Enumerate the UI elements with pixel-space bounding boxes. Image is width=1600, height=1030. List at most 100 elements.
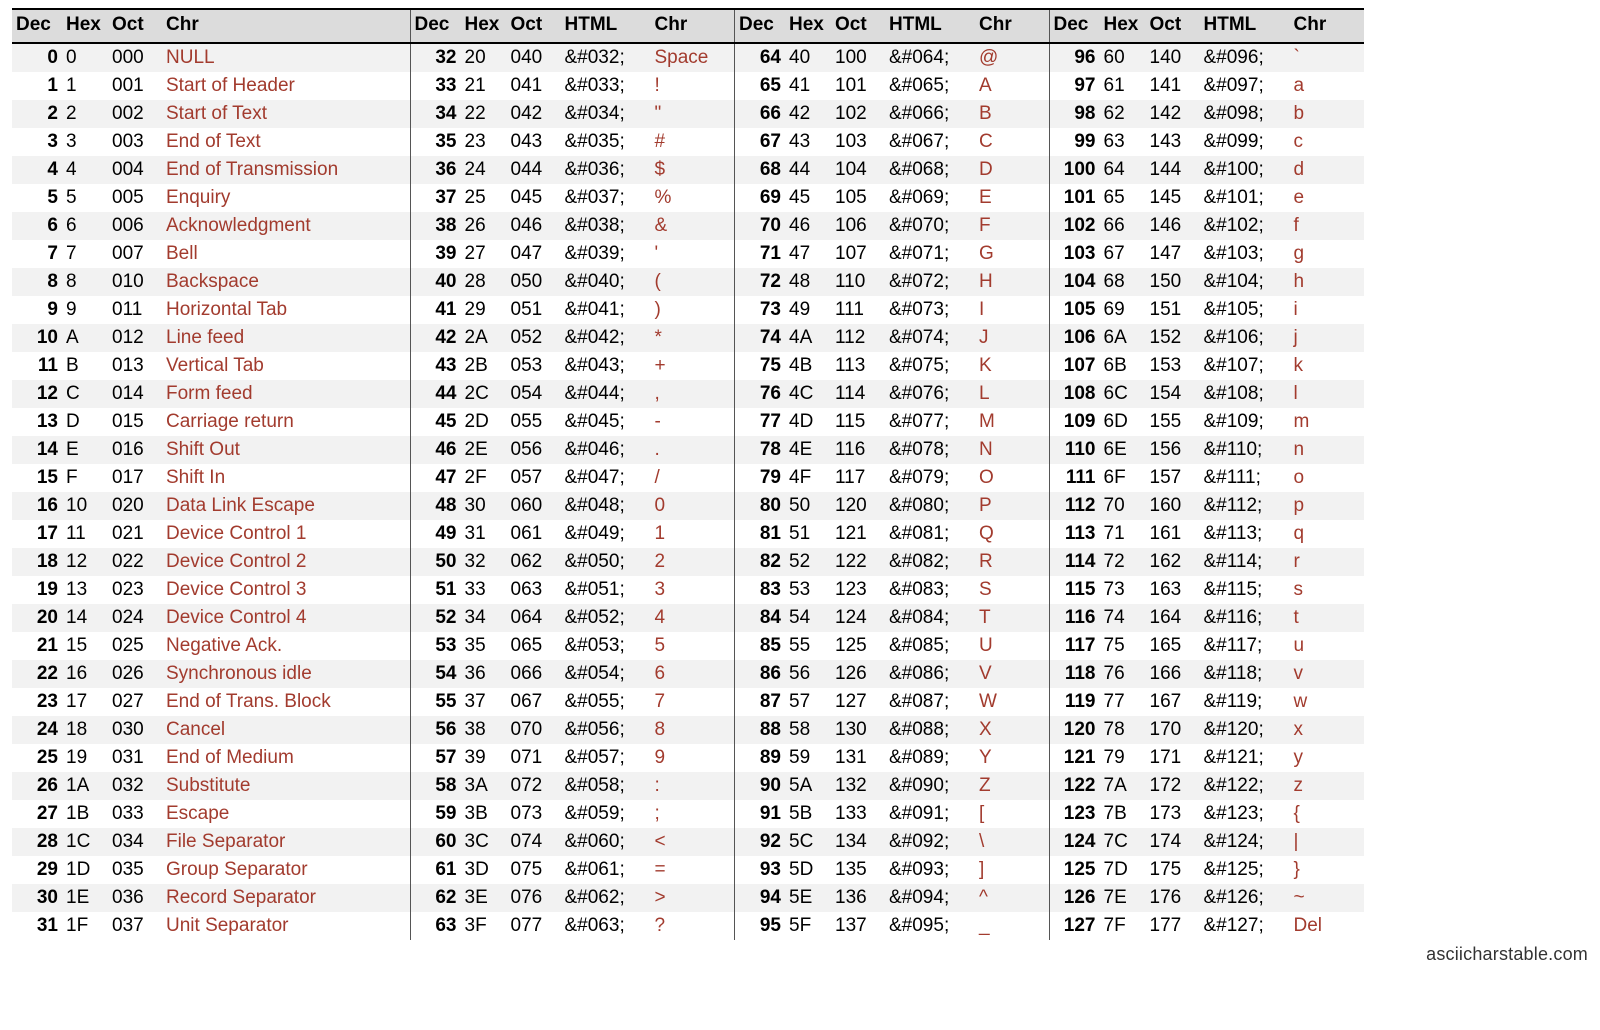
table-row: 925C134&#092;\ (735, 828, 1049, 856)
cell-oct: 075 (507, 856, 561, 884)
cell-dec: 73 (735, 296, 785, 324)
cell-hex: 25 (461, 184, 507, 212)
cell-hex: 29 (461, 296, 507, 324)
cell-oct: 061 (507, 520, 561, 548)
cell-html: &#045; (561, 408, 651, 436)
cell-html: &#086; (885, 660, 975, 688)
table-row: 1257D175&#125;} (1050, 856, 1364, 884)
cell-hex: 53 (785, 576, 831, 604)
table-row: 754B113&#075;K (735, 352, 1049, 380)
cell-chr: Group Separator (162, 856, 410, 884)
table-row: 99011Horizontal Tab (12, 296, 410, 324)
table-row: 5234064&#052;4 (411, 604, 735, 632)
ascii-section-1: DecHexOctHTMLChr3220040&#032;Space332104… (411, 8, 736, 940)
cell-dec: 44 (411, 380, 461, 408)
cell-dec: 18 (12, 548, 62, 576)
cell-html: &#064; (885, 43, 975, 72)
cell-hex: 18 (62, 716, 108, 744)
cell-oct: 017 (108, 464, 162, 492)
cell-hex: 58 (785, 716, 831, 744)
cell-hex: 3F (461, 912, 507, 940)
table-row: 6743103&#067;C (735, 128, 1049, 156)
table-row: 8959131&#089;Y (735, 744, 1049, 772)
cell-chr: Shift In (162, 464, 410, 492)
cell-html: &#082; (885, 548, 975, 576)
cell-hex: 5B (785, 800, 831, 828)
table-row: 271B033Escape (12, 800, 410, 828)
cell-dec: 74 (735, 324, 785, 352)
cell-html: &#056; (561, 716, 651, 744)
cell-dec: 65 (735, 72, 785, 100)
cell-oct: 175 (1146, 856, 1200, 884)
cell-dec: 39 (411, 240, 461, 268)
cell-chr: > (651, 884, 735, 912)
cell-html: &#123; (1200, 800, 1290, 828)
table-row: 442C054&#044;, (411, 380, 735, 408)
table-row: 1267E176&#126;~ (1050, 884, 1364, 912)
cell-hex: 10 (62, 492, 108, 520)
cell-hex: 6F (1100, 464, 1146, 492)
table-row: 9862142&#098;b (1050, 100, 1364, 128)
cell-hex: 59 (785, 744, 831, 772)
cell-chr: \ (975, 828, 1049, 856)
cell-hex: 1F (62, 912, 108, 940)
cell-dec: 49 (411, 520, 461, 548)
cell-oct: 177 (1146, 912, 1200, 940)
cell-hex: 50 (785, 492, 831, 520)
table-row: 13D015Carriage return (12, 408, 410, 436)
cell-chr: D (975, 156, 1049, 184)
cell-html: &#105; (1200, 296, 1290, 324)
cell-hex: 44 (785, 156, 831, 184)
cell-oct: 003 (108, 128, 162, 156)
table-row: 10064144&#100;d (1050, 156, 1364, 184)
cell-hex: 45 (785, 184, 831, 212)
cell-dec: 84 (735, 604, 785, 632)
table-row: 3422042&#034;" (411, 100, 735, 128)
cell-dec: 116 (1050, 604, 1100, 632)
cell-hex: 14 (62, 604, 108, 632)
cell-oct: 072 (507, 772, 561, 800)
cell-html: &#052; (561, 604, 651, 632)
col-header-chr: Chr (651, 9, 735, 43)
col-header-html: HTML (885, 9, 975, 43)
table-row: 5335065&#053;5 (411, 632, 735, 660)
cell-html: &#070; (885, 212, 975, 240)
cell-oct: 176 (1146, 884, 1200, 912)
cell-hex: 1B (62, 800, 108, 828)
cell-hex: 26 (461, 212, 507, 240)
cell-oct: 007 (108, 240, 162, 268)
cell-dec: 61 (411, 856, 461, 884)
cell-chr: ? (651, 912, 735, 940)
cell-oct: 025 (108, 632, 162, 660)
cell-dec: 34 (411, 100, 461, 128)
table-row: 15F017Shift In (12, 464, 410, 492)
cell-oct: 133 (831, 800, 885, 828)
cell-oct: 027 (108, 688, 162, 716)
cell-html: &#062; (561, 884, 651, 912)
cell-hex: 30 (461, 492, 507, 520)
cell-chr: B (975, 100, 1049, 128)
cell-chr: ^ (975, 884, 1049, 912)
cell-hex: 7A (1100, 772, 1146, 800)
table-row: 1086C154&#108;l (1050, 380, 1364, 408)
cell-html: &#116; (1200, 604, 1290, 632)
cell-hex: 46 (785, 212, 831, 240)
cell-dec: 55 (411, 688, 461, 716)
table-row: 66006Acknowledgment (12, 212, 410, 240)
cell-oct: 126 (831, 660, 885, 688)
cell-chr: Device Control 2 (162, 548, 410, 576)
cell-oct: 062 (507, 548, 561, 576)
cell-dec: 104 (1050, 268, 1100, 296)
cell-oct: 063 (507, 576, 561, 604)
cell-oct: 032 (108, 772, 162, 800)
cell-dec: 19 (12, 576, 62, 604)
cell-html: &#063; (561, 912, 651, 940)
cell-hex: 24 (461, 156, 507, 184)
table-row: 3826046&#038;& (411, 212, 735, 240)
cell-dec: 81 (735, 520, 785, 548)
cell-chr: I (975, 296, 1049, 324)
cell-chr: Bell (162, 240, 410, 268)
cell-html: &#111; (1200, 464, 1290, 492)
cell-oct: 130 (831, 716, 885, 744)
cell-chr: 3 (651, 576, 735, 604)
